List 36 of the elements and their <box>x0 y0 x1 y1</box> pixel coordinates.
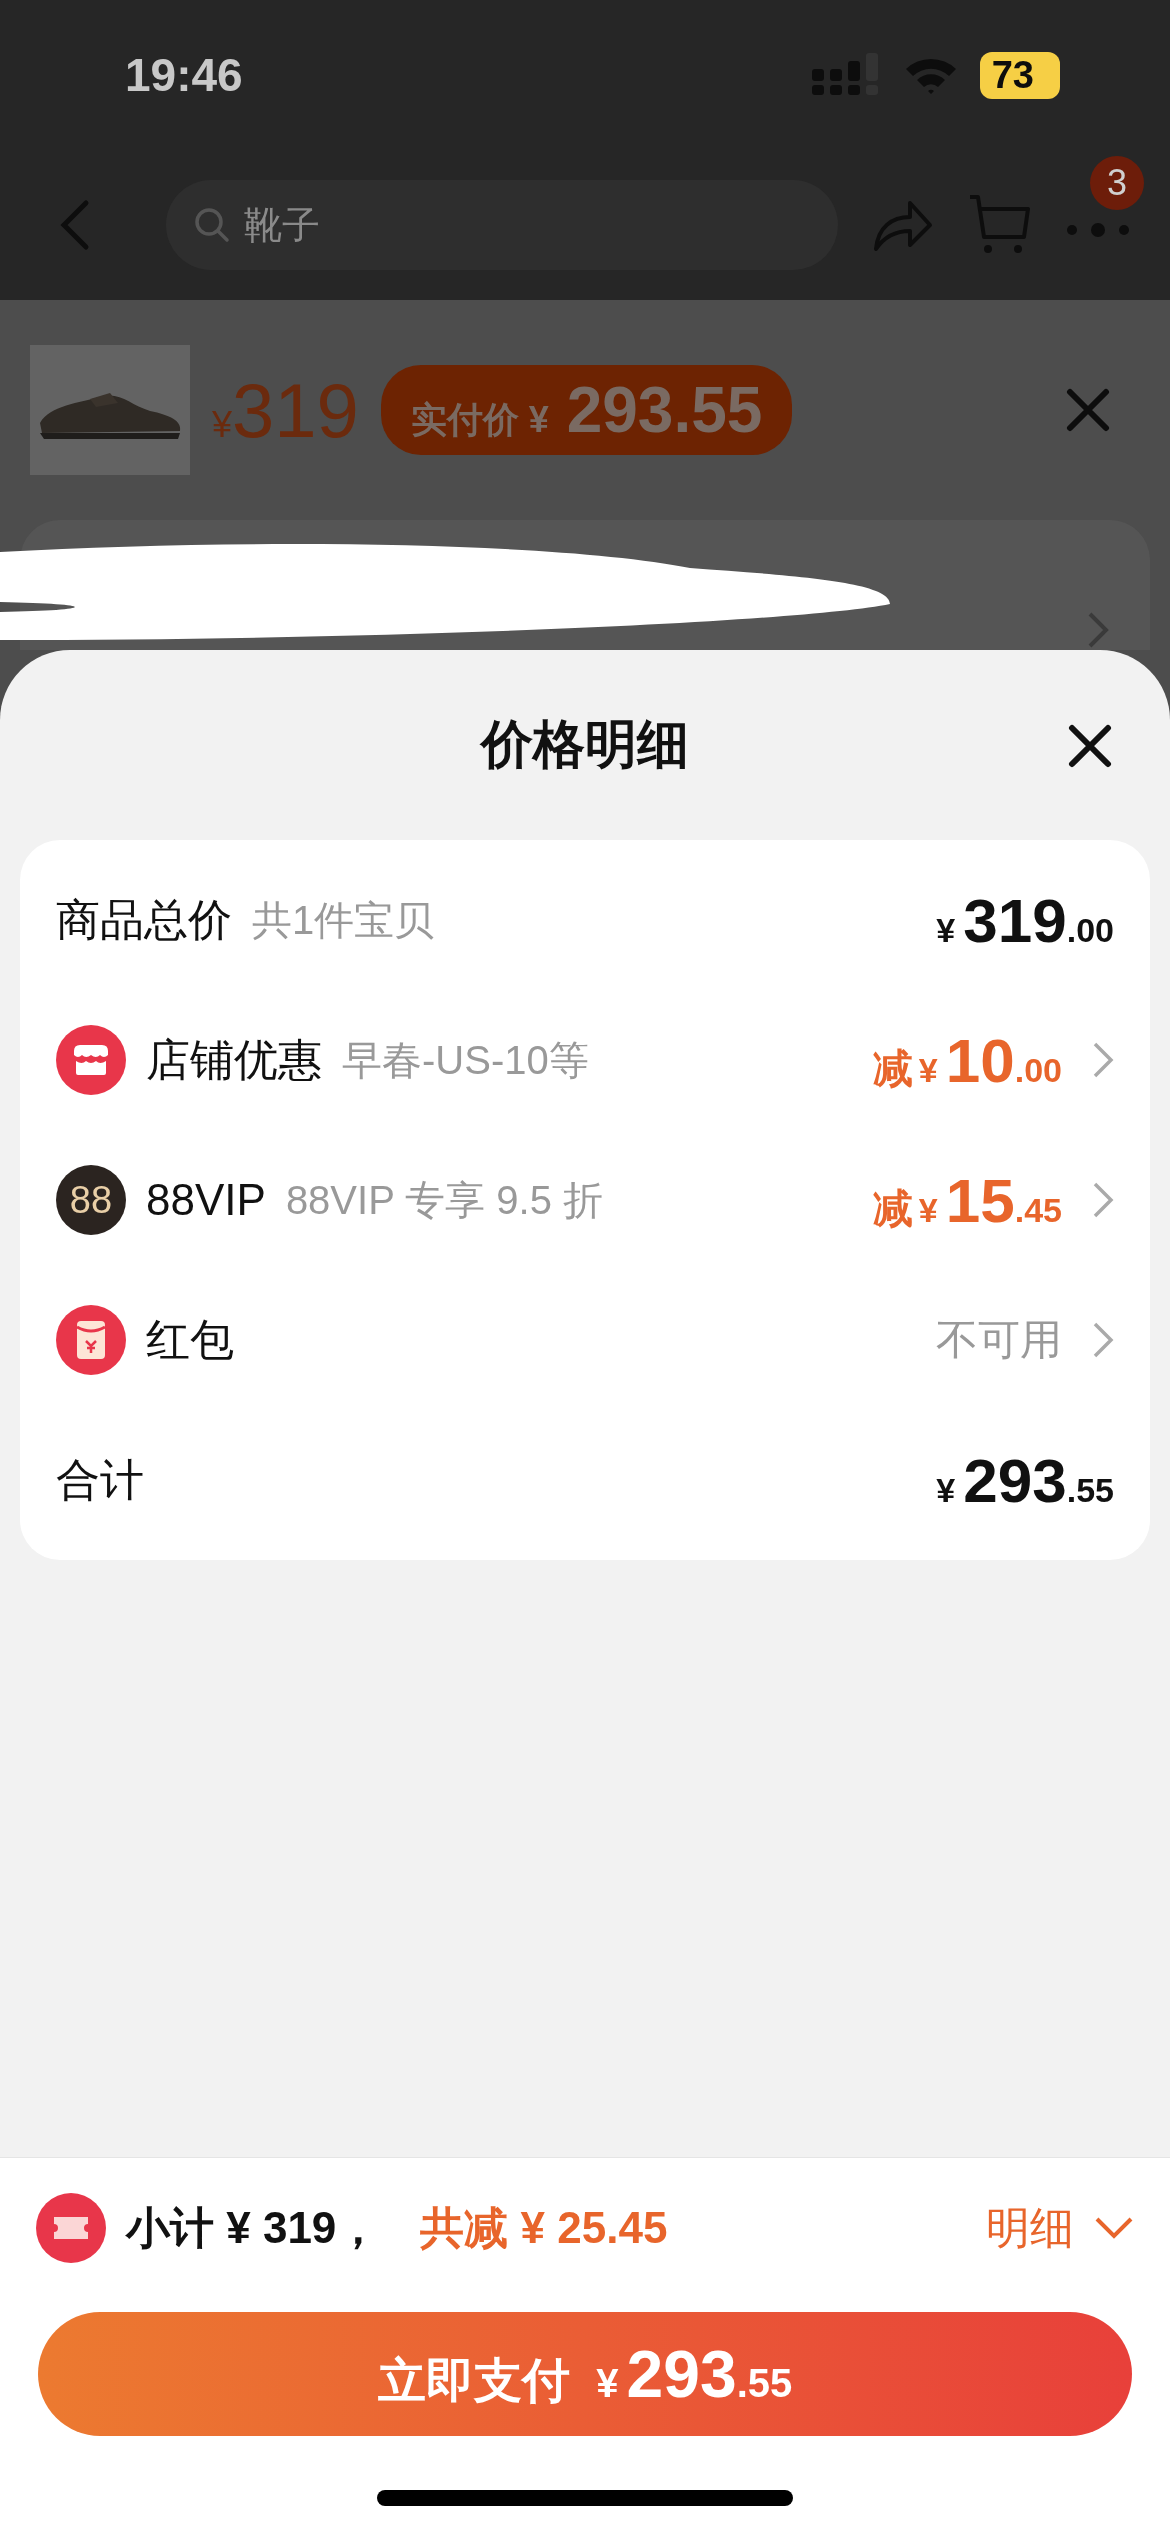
coupon-icon <box>36 2193 106 2263</box>
row-label: 红包 <box>146 1313 234 1366</box>
details-button[interactable]: 明细 <box>986 2198 1134 2258</box>
search-icon <box>194 207 230 243</box>
cart-badge: 3 <box>1090 156 1144 210</box>
envelope-icon <box>56 1305 126 1375</box>
row-note: 共1件宝贝 <box>252 896 435 944</box>
row-amount: 减¥15.45 <box>872 1164 1062 1236</box>
subtotal-text: 小计 ¥ 319， <box>126 2201 381 2254</box>
product-price: ¥319 <box>212 366 359 454</box>
row-label: 店铺优惠 <box>146 1033 322 1086</box>
vip-icon: 88 <box>56 1165 126 1235</box>
pay-button[interactable]: 立即支付 ¥293.55 <box>38 2312 1132 2436</box>
row-label: 商品总价 <box>56 893 232 946</box>
row-note: 88VIP 专享 9.5 折 <box>285 1176 604 1224</box>
search-field[interactable]: 靴子 <box>166 180 838 270</box>
chevron-down-icon <box>1094 2216 1134 2240</box>
more-icon[interactable] <box>1066 220 1130 240</box>
chevron-icon[interactable] <box>1092 1041 1114 1079</box>
chevron-icon[interactable] <box>1086 610 1110 650</box>
row-label: 合计 <box>56 1453 144 1506</box>
chevron-icon[interactable] <box>1092 1181 1114 1219</box>
row-label: 88VIP <box>146 1175 266 1225</box>
shop-icon <box>56 1025 126 1095</box>
paid-price-badge: 实付价 ¥ 293.55 <box>380 365 793 455</box>
row-amount: ¥293.55 <box>936 1444 1114 1516</box>
chevron-icon[interactable] <box>1092 1321 1114 1359</box>
row-amount: 减¥10.00 <box>872 1024 1062 1096</box>
status-time: 19:46 <box>125 48 243 102</box>
savings-text: 共减 ¥ 25.45 <box>420 2201 668 2254</box>
battery-icon: 73 <box>979 51 1060 99</box>
row-amount: ¥319.00 <box>936 884 1114 956</box>
row-status: 不可用 <box>936 1315 1062 1365</box>
sheet-title: 价格明细 <box>481 714 689 775</box>
row-note: 早春-US-10等 <box>342 1036 589 1084</box>
close-icon[interactable] <box>1068 724 1112 768</box>
